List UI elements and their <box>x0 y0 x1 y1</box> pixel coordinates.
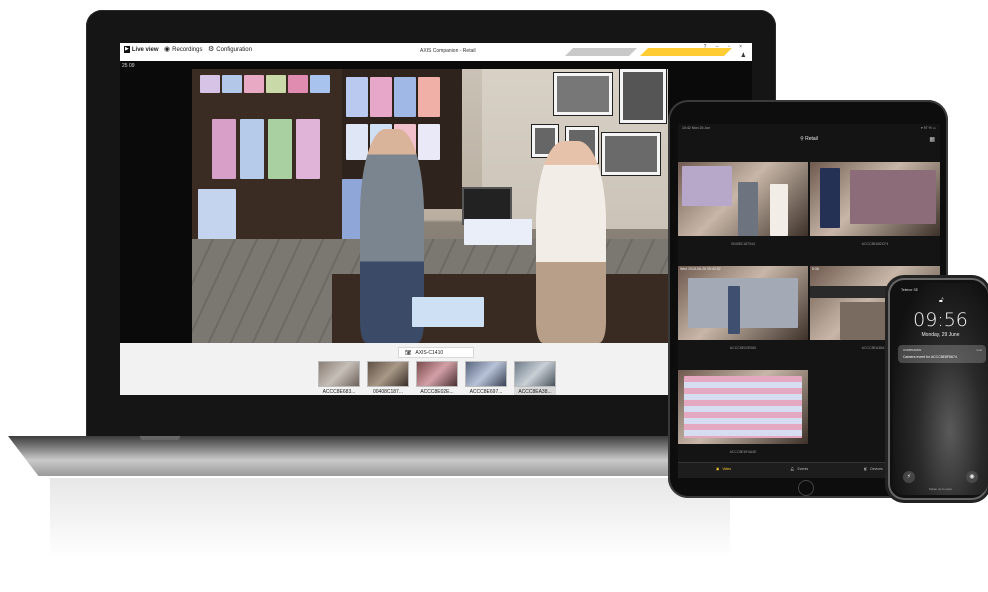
video-timestamp: 25 09 <box>122 63 135 69</box>
tile-label: 00408C187044 <box>731 242 755 246</box>
grid-view-icon[interactable]: ▦ <box>929 136 935 143</box>
camera-name: AXIS-C1410 <box>415 349 444 356</box>
thumbnail-label: ACCC8EA38... <box>518 389 552 395</box>
camera-name-label[interactable]: 📷︎ AXIS-C1410 <box>398 347 474 358</box>
window-controls[interactable]: ? – ▫ × <box>704 44 746 50</box>
tablet-camera-tile[interactable] <box>810 162 940 236</box>
laptop-screen: ▶ Live view ◉ Recordings ⚙ Configuration… <box>120 43 752 395</box>
phone-lock-screen: Telenor SE 🔓︎ 09:56 Monday, 29 June COMP… <box>893 283 988 495</box>
tile-label: ACCC8E682CF4 <box>861 242 889 246</box>
nav-item-events[interactable]: 🔔︎ Events <box>790 467 808 471</box>
tablet-site-title: ⚲ Retail <box>678 136 940 142</box>
window-title: AXIS Companion - Retail <box>420 48 476 54</box>
tile-timestamp: 5:36 <box>812 267 819 271</box>
nav-label: Video <box>722 467 732 471</box>
nav-label: Devices <box>870 467 883 471</box>
thumbnail-image <box>318 361 360 387</box>
notification-card[interactable]: COMPANION now Camera event for ACCC8E8F6… <box>898 345 986 363</box>
app-toolbar: ▶ Live view ◉ Recordings ⚙ Configuration… <box>120 43 752 62</box>
tab-label: Recordings <box>172 46 203 53</box>
tab-label: Configuration <box>216 46 252 53</box>
bell-icon: 🔔︎ <box>790 467 795 471</box>
recordings-icon: ◉ <box>164 46 171 53</box>
tab-live-view[interactable]: ▶ Live view <box>124 46 159 53</box>
tablet-status-battery: ▾ 97 % ▭ <box>921 126 936 130</box>
tile-label: ACCC8E6F4A4E <box>729 450 757 454</box>
tablet-camera-tile[interactable] <box>678 162 808 236</box>
notification-app-name: COMPANION <box>903 348 922 352</box>
thumbnail-label: ACCC8E683... <box>322 389 356 395</box>
thumbnail-label: ACCC8E697... <box>469 389 503 395</box>
camera-thumbnail[interactable]: ACCC8E02E... <box>416 361 458 395</box>
camera-thumbnail[interactable]: 00408C187... <box>367 361 409 395</box>
thumbnail-image <box>465 361 507 387</box>
laptop-base <box>8 436 768 476</box>
nav-item-video[interactable]: ▣ Video <box>716 467 731 471</box>
location-pin-icon: ⚲ <box>800 136 804 142</box>
tablet-camera-tile[interactable]: Wed 2015-06-26 09:43:52 <box>678 266 808 340</box>
user-icon[interactable]: ♟ <box>741 52 746 59</box>
camera-icon: ◧ <box>864 467 868 471</box>
thumbnail-label: ACCC8E02E... <box>420 389 454 395</box>
camera-feed-image <box>192 69 668 343</box>
tablet-status-time: 10:42 Mon 26 Jun <box>682 126 711 130</box>
thumbnail-image <box>416 361 458 387</box>
video-icon: ▣ <box>716 467 720 471</box>
nav-label: Events <box>797 467 809 471</box>
camera-icon[interactable]: ◉ <box>966 471 978 483</box>
laptop-hinge-notch <box>140 436 180 440</box>
notification-message: Camera event for ACCC8E8F6674 <box>903 355 957 359</box>
lock-icon: 🔓︎ <box>939 297 944 304</box>
brand-stripe-grey <box>565 48 637 56</box>
thumbnail-label: 00408C187... <box>372 389 404 395</box>
carrier-name: Telenor SE <box>901 288 919 292</box>
thumbnail-image <box>367 361 409 387</box>
notification-time: now <box>976 348 982 352</box>
live-video-viewer[interactable]: 25 09 <box>120 61 752 343</box>
tablet-home-button[interactable] <box>798 480 814 496</box>
tile-label: ACCC8E02E060 <box>729 346 757 350</box>
flashlight-icon[interactable]: ⚡︎ <box>903 471 915 483</box>
camera-icon: 📷︎ <box>405 349 412 356</box>
nav-item-devices[interactable]: ◧ Devices <box>864 467 883 471</box>
site-name: Retail <box>805 136 818 142</box>
thumbnail-image <box>514 361 556 387</box>
camera-thumbnail[interactable]: ACCC8E697... <box>465 361 507 395</box>
lock-screen-time: 09:56 <box>913 309 968 331</box>
tablet-camera-tile[interactable] <box>678 370 808 444</box>
tab-recordings[interactable]: ◉ Recordings <box>164 46 202 53</box>
tile-timestamp: Wed 2015-06-26 09:43:52 <box>680 267 721 271</box>
swipe-hint: Swipe up to open <box>928 487 953 491</box>
camera-thumbnail-selected[interactable]: ACCC8EA38... <box>514 361 556 395</box>
live-view-icon: ▶ <box>124 46 130 53</box>
tab-label: Live view <box>131 46 159 53</box>
tab-configuration[interactable]: ⚙ Configuration <box>208 46 252 53</box>
laptop-reflection <box>50 478 730 558</box>
lock-screen-date: Monday, 29 June <box>921 332 960 338</box>
camera-thumbnail[interactable]: ACCC8E683... <box>318 361 360 395</box>
gear-icon: ⚙ <box>208 46 215 53</box>
camera-thumbnail-strip: ACCC8E683... 00408C187... ACCC8E02E... A… <box>318 361 556 395</box>
